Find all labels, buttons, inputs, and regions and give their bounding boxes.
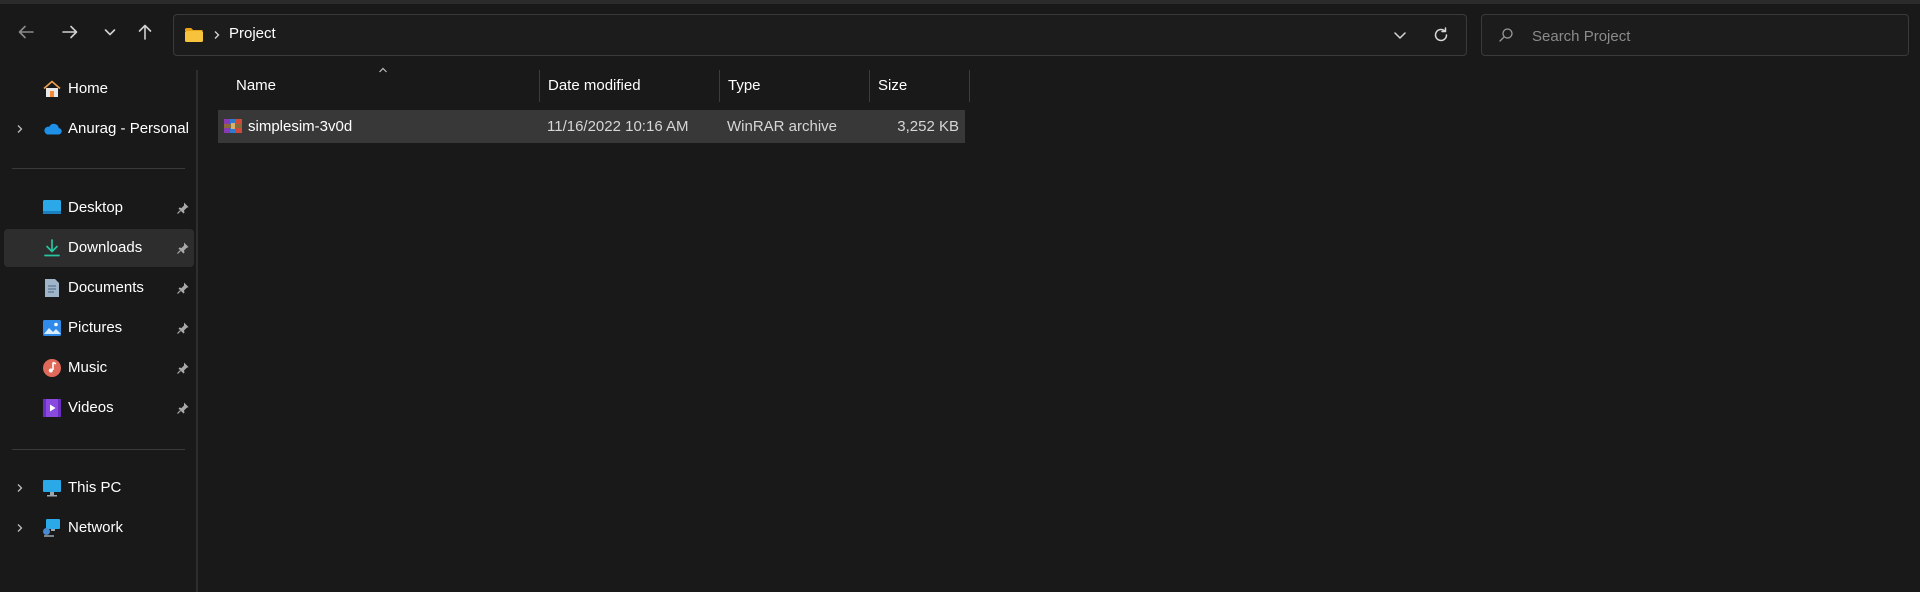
pin-icon[interactable]	[176, 361, 190, 375]
breadcrumb-separator-icon[interactable]	[210, 26, 224, 44]
sidebar-item-label: Downloads	[68, 239, 143, 256]
pin-icon[interactable]	[176, 401, 190, 415]
sidebar-item-label: Network	[68, 519, 124, 536]
chevron-right-icon[interactable]	[14, 123, 26, 135]
toolbar: Project	[0, 4, 1920, 68]
arrow-up-icon	[138, 24, 152, 40]
network-icon	[42, 518, 62, 538]
sidebar-item-downloads[interactable]: Downloads	[4, 229, 194, 267]
pin-icon[interactable]	[176, 321, 190, 335]
file-row[interactable]: simplesim-3v0d 11/16/2022 10:16 AM WinRA…	[218, 110, 965, 143]
sidebar-item-documents[interactable]: Documents	[4, 269, 194, 307]
home-icon	[42, 79, 62, 99]
column-header-label: Date modified	[548, 77, 641, 94]
navigation-pane: Home Anurag - Personal Desktop Downloads…	[0, 68, 195, 592]
file-size: 3,252 KB	[897, 118, 959, 135]
search-input[interactable]	[1530, 23, 1894, 49]
file-date-modified: 11/16/2022 10:16 AM	[547, 118, 689, 135]
pin-icon[interactable]	[176, 201, 190, 215]
column-divider[interactable]	[969, 70, 970, 102]
sidebar-item-music[interactable]: Music	[4, 349, 194, 387]
sidebar-item-network[interactable]: Network	[4, 509, 194, 547]
downloads-icon	[42, 238, 62, 258]
file-list-empty-area[interactable]	[200, 150, 1920, 592]
chevron-right-icon[interactable]	[14, 522, 26, 534]
file-type: WinRAR archive	[727, 118, 838, 135]
column-header-type[interactable]: Type	[720, 68, 870, 102]
search-icon	[1499, 28, 1513, 42]
sidebar-item-label: Videos	[68, 399, 114, 416]
forward-button[interactable]	[54, 16, 86, 48]
music-icon	[42, 358, 62, 378]
this-pc-icon	[42, 478, 62, 498]
file-name[interactable]: simplesim-3v0d	[248, 118, 352, 135]
arrow-right-icon	[62, 25, 78, 39]
navigation-pane-splitter[interactable]	[196, 70, 198, 592]
sidebar-item-home[interactable]: Home	[4, 70, 194, 108]
recent-locations-button[interactable]	[94, 16, 126, 48]
back-button[interactable]	[10, 16, 42, 48]
folder-icon	[184, 27, 204, 43]
pin-icon[interactable]	[176, 281, 190, 295]
sidebar-item-label: Documents	[68, 279, 144, 296]
column-header-label: Type	[728, 77, 761, 94]
sidebar-divider	[12, 168, 185, 169]
chevron-down-icon	[1394, 32, 1406, 39]
breadcrumb-project[interactable]: Project	[229, 25, 276, 42]
sidebar-divider	[12, 449, 185, 450]
refresh-button[interactable]	[1430, 24, 1452, 46]
sidebar-item-label: Home	[68, 80, 109, 97]
column-header-label: Size	[878, 77, 908, 94]
column-header-row: Name Date modified Type Size	[218, 67, 970, 102]
onedrive-cloud-icon	[42, 119, 62, 139]
arrow-left-icon	[18, 25, 34, 39]
sidebar-item-videos[interactable]: Videos	[4, 389, 194, 427]
sort-ascending-icon	[379, 67, 387, 73]
documents-icon	[42, 278, 62, 298]
desktop-icon	[42, 198, 62, 218]
column-header-date-modified[interactable]: Date modified	[540, 68, 720, 102]
sidebar-item-this-pc[interactable]: This PC	[4, 469, 194, 507]
pictures-icon	[42, 318, 62, 338]
sidebar-item-label: Anurag - Personal	[68, 120, 189, 137]
videos-icon	[42, 398, 62, 418]
chevron-down-icon	[104, 29, 116, 36]
up-button[interactable]	[129, 16, 161, 48]
winrar-archive-icon	[223, 117, 243, 135]
column-header-label: Name	[236, 77, 277, 94]
column-header-size[interactable]: Size	[870, 68, 970, 102]
column-header-name[interactable]: Name	[218, 67, 540, 102]
search-box[interactable]	[1481, 14, 1909, 56]
address-dropdown-button[interactable]	[1390, 25, 1410, 45]
sidebar-item-desktop[interactable]: Desktop	[4, 189, 194, 227]
refresh-icon	[1434, 27, 1448, 42]
sidebar-item-label: Pictures	[68, 319, 123, 336]
sidebar-item-label: This PC	[68, 479, 122, 496]
sidebar-item-label: Desktop	[68, 199, 124, 216]
sidebar-item-onedrive[interactable]: Anurag - Personal	[4, 110, 194, 148]
pin-icon[interactable]	[176, 241, 190, 255]
address-bar[interactable]: Project	[173, 14, 1467, 56]
chevron-right-icon[interactable]	[14, 482, 26, 494]
sidebar-item-label: Music	[68, 359, 108, 376]
sidebar-item-pictures[interactable]: Pictures	[4, 309, 194, 347]
